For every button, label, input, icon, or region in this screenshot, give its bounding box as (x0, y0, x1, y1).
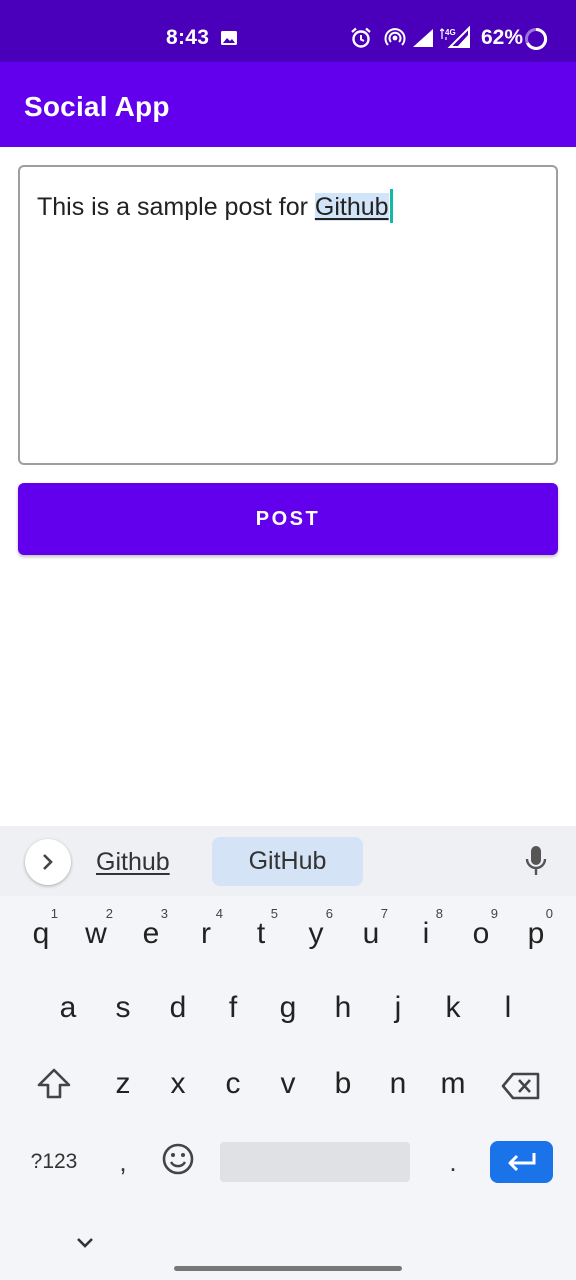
key-q[interactable]: q1 (14, 904, 68, 964)
suggestion-bar: Github GitHub (0, 826, 576, 896)
period-key[interactable]: . (438, 1142, 468, 1182)
symbols-key[interactable]: ?123 (24, 1142, 84, 1182)
key-f[interactable]: f (206, 978, 260, 1038)
key-hint: 6 (325, 906, 333, 921)
key-hint: 0 (545, 906, 553, 921)
expand-toolbar-button[interactable] (25, 839, 71, 885)
key-hint: 9 (490, 906, 498, 921)
key-g[interactable]: g (261, 978, 315, 1038)
key-z[interactable]: z (96, 1054, 150, 1114)
post-input-text: This is a sample post for (37, 193, 315, 221)
key-s[interactable]: s (96, 978, 150, 1038)
suggestion-1[interactable]: Github (96, 848, 170, 877)
key-hint: 7 (380, 906, 388, 921)
key-label: p (527, 917, 545, 950)
microphone-icon[interactable] (522, 844, 550, 878)
key-label: i (422, 917, 430, 950)
emoji-key[interactable] (158, 1139, 198, 1179)
shift-icon (37, 1068, 71, 1099)
post-text-input[interactable]: This is a sample post for Github (18, 165, 558, 465)
key-hint: 8 (435, 906, 443, 921)
status-bar: 8:43 4G 62% (0, 0, 576, 62)
emoji-icon (162, 1143, 194, 1175)
key-n[interactable]: n (371, 1054, 425, 1114)
composing-word: Github (314, 193, 389, 221)
post-input-content: This is a sample post for Github (37, 189, 393, 223)
comma-key[interactable]: , (108, 1142, 138, 1182)
key-label: r (201, 917, 211, 950)
battery-percent: 62% (481, 26, 524, 49)
backspace-icon (501, 1072, 540, 1100)
signal-4g-icon: 4G (440, 26, 470, 48)
key-hint: 4 (215, 906, 223, 921)
hide-keyboard-icon[interactable] (73, 1230, 97, 1254)
key-label: w (85, 917, 107, 950)
key-l[interactable]: l (481, 978, 535, 1038)
alarm-icon (351, 27, 371, 48)
post-button[interactable]: POST (18, 483, 558, 555)
key-y[interactable]: y6 (289, 904, 343, 964)
key-i[interactable]: i8 (399, 904, 453, 964)
status-time: 8:43 (166, 26, 210, 49)
key-r[interactable]: r4 (179, 904, 233, 964)
key-label: q (32, 917, 50, 950)
key-hint: 3 (160, 906, 168, 921)
text-cursor (389, 189, 393, 223)
key-hint: 2 (105, 906, 113, 921)
chevron-right-icon (43, 854, 53, 870)
key-o[interactable]: o9 (454, 904, 508, 964)
shift-key[interactable] (32, 1058, 76, 1110)
enter-key[interactable] (490, 1141, 553, 1183)
key-j[interactable]: j (371, 978, 425, 1038)
app-bar: Social App (0, 62, 576, 147)
key-d[interactable]: d (151, 978, 205, 1038)
key-label: o (472, 917, 490, 950)
key-m[interactable]: m (426, 1054, 480, 1114)
key-label: t (256, 917, 266, 950)
svg-text:4G: 4G (445, 28, 456, 37)
key-label: u (362, 917, 380, 950)
key-label: y (308, 917, 324, 950)
key-h[interactable]: h (316, 978, 370, 1038)
key-label: e (142, 917, 160, 950)
image-icon (221, 31, 237, 45)
app-title: Social App (24, 91, 170, 122)
hotspot-icon (384, 28, 406, 46)
key-x[interactable]: x (151, 1054, 205, 1114)
key-t[interactable]: t5 (234, 904, 288, 964)
home-gesture-bar[interactable] (174, 1266, 402, 1271)
key-u[interactable]: u7 (344, 904, 398, 964)
backspace-key[interactable] (498, 1064, 544, 1108)
enter-icon (508, 1153, 535, 1172)
key-a[interactable]: a (41, 978, 95, 1038)
battery-charging-icon (525, 27, 548, 50)
key-c[interactable]: c (206, 1054, 260, 1114)
key-hint: 1 (50, 906, 58, 921)
key-v[interactable]: v (261, 1054, 315, 1114)
key-b[interactable]: b (316, 1054, 370, 1114)
space-key[interactable] (220, 1142, 410, 1182)
signal-icon (413, 29, 433, 47)
soft-keyboard: Github GitHub q1 w2 e3 r4 t5 y6 u7 i8 o9… (0, 826, 576, 1280)
key-e[interactable]: e3 (124, 904, 178, 964)
key-p[interactable]: p0 (509, 904, 563, 964)
suggestion-2[interactable]: GitHub (212, 837, 363, 886)
key-k[interactable]: k (426, 978, 480, 1038)
key-hint: 5 (270, 906, 278, 921)
key-w[interactable]: w2 (69, 904, 123, 964)
